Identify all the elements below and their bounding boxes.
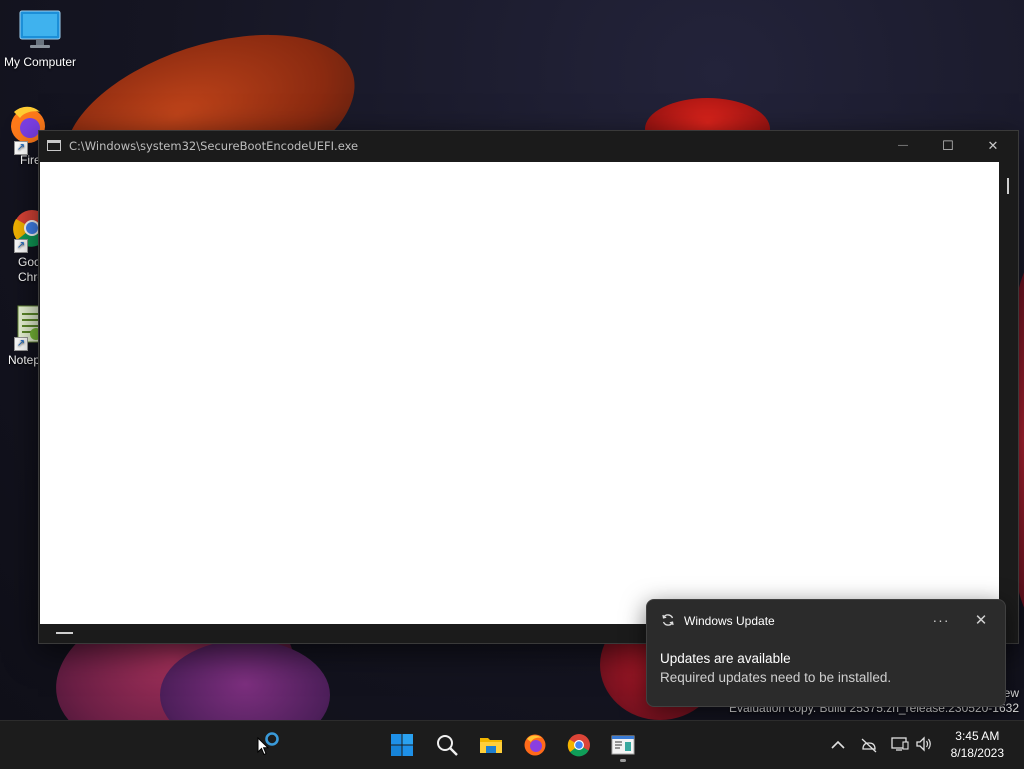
close-button[interactable]: ✕ [970, 131, 1016, 161]
taskbar-console-app[interactable] [605, 727, 641, 763]
clock-time: 3:45 AM [955, 729, 1000, 743]
search-icon [437, 735, 458, 756]
taskbar-file-explorer[interactable] [473, 727, 509, 763]
shortcut-arrow-icon: ↗ [14, 141, 28, 155]
window-title: C:\Windows\system32\SecureBootEncodeUEFI… [69, 139, 359, 153]
system-tray [826, 721, 946, 769]
notification-body: Required updates need to be installed. [660, 670, 892, 685]
taskbar-chrome[interactable] [561, 727, 597, 763]
shortcut-arrow-icon: ↗ [14, 239, 28, 253]
taskbar-firefox[interactable] [517, 727, 553, 763]
update-notification[interactable]: Windows Update ··· ✕ Updates are availab… [646, 599, 1006, 707]
console-output-area[interactable] [40, 162, 999, 624]
taskbar-search[interactable] [429, 727, 465, 763]
maximize-button[interactable]: ☐ [925, 131, 971, 161]
desktop-icon-my-computer[interactable]: My Computer [0, 8, 80, 69]
notification-title: Updates are available [660, 651, 791, 666]
notification-close-button[interactable]: ✕ [969, 609, 993, 633]
sync-icon [662, 614, 674, 626]
taskbar-start[interactable] [384, 727, 420, 763]
network-offline-icon[interactable] [860, 737, 878, 753]
chrome-icon [567, 734, 590, 757]
monitor-icon [19, 10, 61, 48]
taskbar-clock[interactable]: 3:45 AM 8/18/2023 [951, 728, 1004, 762]
notification-app-name: Windows Update [684, 614, 775, 628]
console-window[interactable]: C:\Windows\system32\SecureBootEncodeUEFI… [38, 130, 1019, 644]
console-app-icon [47, 140, 61, 151]
start-icon [391, 734, 413, 756]
chevron-up-icon[interactable] [831, 740, 845, 750]
file-explorer-icon [480, 738, 502, 753]
mouse-cursor [257, 737, 269, 756]
vertical-scrollbar[interactable] [1000, 162, 1017, 624]
window-titlebar[interactable]: C:\Windows\system32\SecureBootEncodeUEFI… [39, 131, 1018, 161]
minimize-button[interactable]: — [880, 131, 926, 161]
more-options-button[interactable]: ··· [929, 609, 953, 633]
scrollbar-thumb[interactable] [56, 632, 73, 634]
firefox-icon [524, 734, 546, 756]
desktop-icon-label: My Computer [3, 55, 77, 69]
shortcut-arrow-icon: ↗ [14, 337, 28, 351]
clock-date: 8/18/2023 [950, 746, 1004, 760]
display-icon[interactable] [891, 736, 909, 752]
running-indicator [620, 759, 626, 762]
volume-icon[interactable] [915, 736, 933, 752]
taskbar: 3:45 AM 8/18/2023 [0, 720, 1024, 769]
scrollbar-thumb[interactable] [1007, 178, 1009, 194]
console-app-icon [611, 735, 635, 755]
